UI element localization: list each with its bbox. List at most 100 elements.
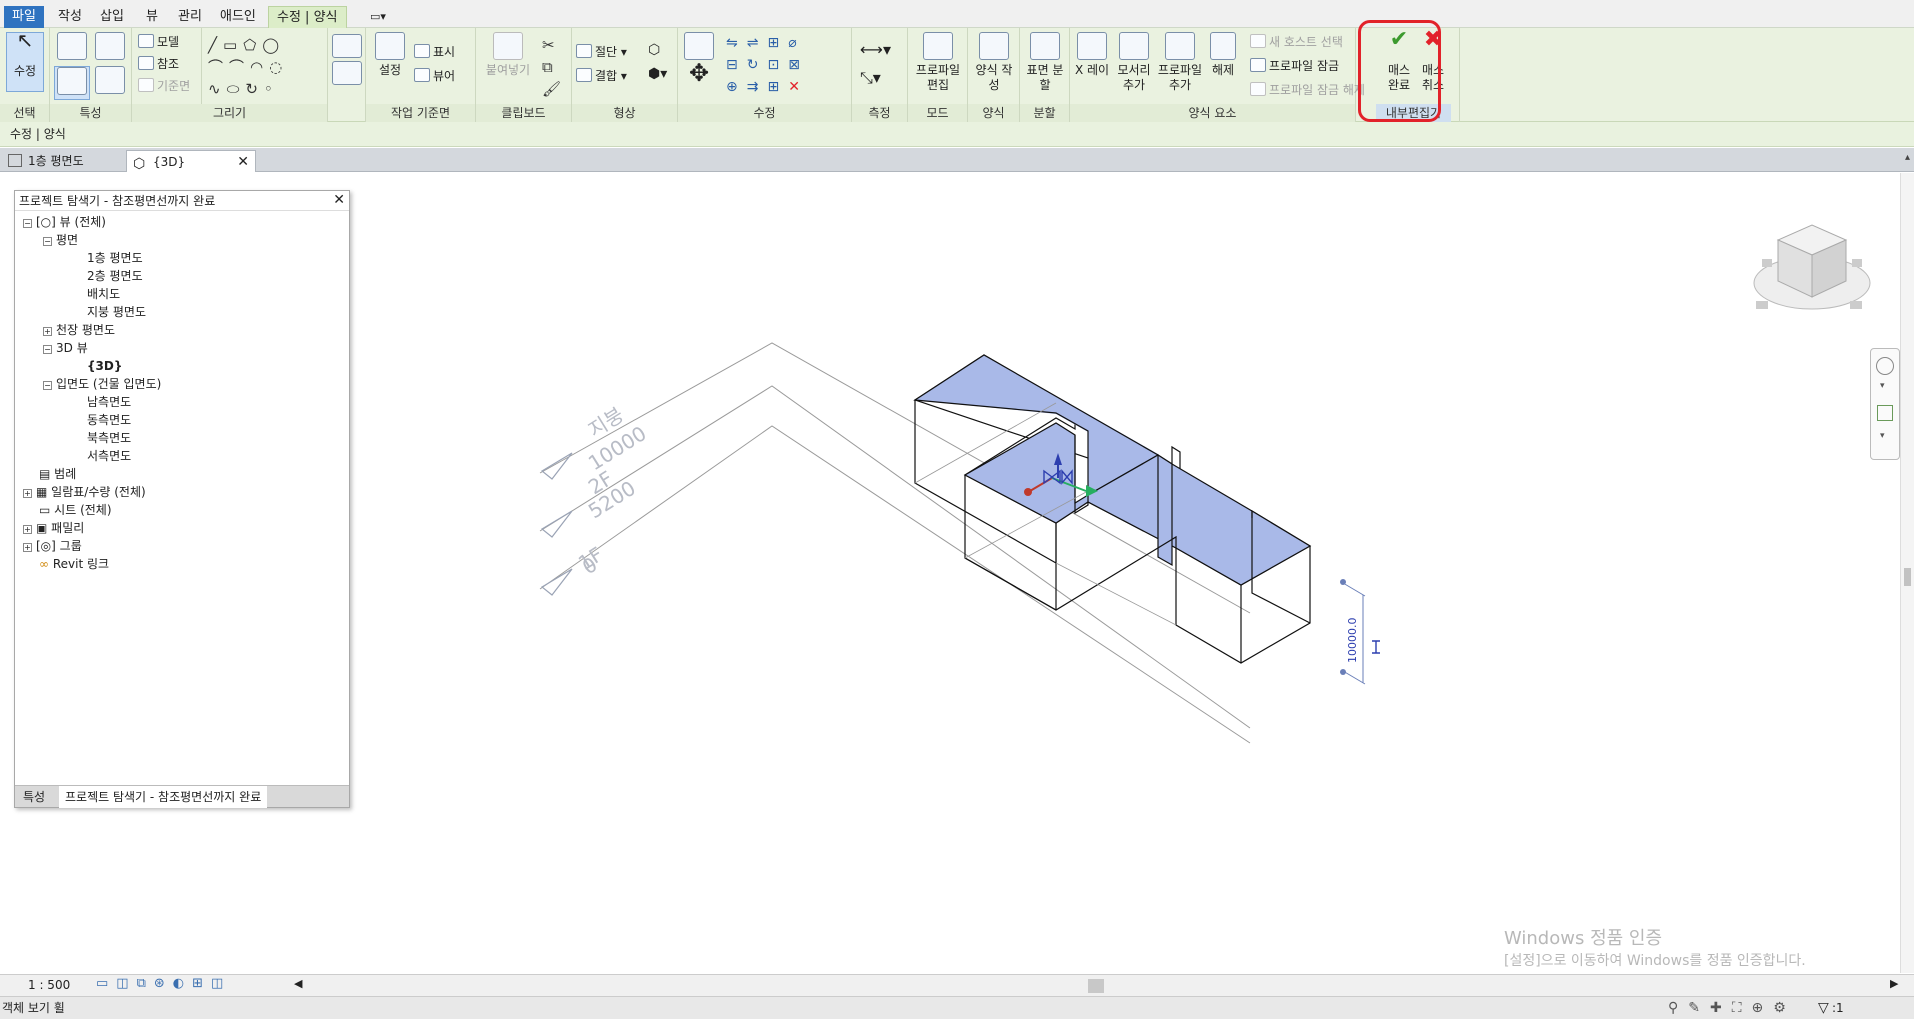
set-workplane-button[interactable]: 설정 (370, 32, 410, 92)
reference-line-button[interactable]: 참조 (138, 54, 179, 74)
family-category-button[interactable] (92, 66, 128, 100)
steering-wheel-icon[interactable] (1876, 357, 1894, 375)
scrollbar-thumb[interactable] (1904, 568, 1911, 586)
view-control-icons[interactable]: ▭◫⧉⊛◐⊞◫ (96, 976, 231, 991)
tab-file[interactable]: 파일 (4, 6, 44, 28)
expand-icon[interactable]: + (43, 327, 52, 336)
view-cube-east-icon[interactable] (1850, 301, 1862, 309)
tab-manage[interactable]: 관리 (170, 6, 210, 28)
xray-button[interactable]: X 레이 (1072, 32, 1112, 102)
add-profile-button[interactable]: 프로파일 추가 (1156, 32, 1204, 102)
tree-node-floor-plan-1[interactable]: 1층 평면도 (87, 249, 143, 267)
doc-tab-floor-plan[interactable]: 1층 평면도 (2, 150, 122, 172)
cut-copy-icon[interactable]: ✂ ⧉ 🖌 (542, 34, 561, 100)
tab-modify-form[interactable]: 수정 | 양식 (268, 6, 347, 28)
tree-node-east-elevation[interactable]: 동측면도 (87, 411, 131, 429)
collapse-icon[interactable]: − (43, 237, 52, 246)
properties-toggle-button[interactable] (54, 66, 90, 100)
measure-icon[interactable]: ⟷▾ ⤡▾ (860, 36, 891, 92)
status-tray-icons[interactable]: ⚲✎✚⛶⊕⚙ (1668, 997, 1796, 1020)
geometry-extra-icon[interactable]: ⬡ ⬢▾ (648, 38, 667, 86)
plane-tool-button[interactable] (332, 34, 362, 94)
tree-node-views[interactable]: − [○] 뷰 (전체) (23, 213, 106, 231)
tree-node-ceiling-plans[interactable]: + 천장 평면도 (43, 321, 115, 339)
lock-profiles-button[interactable]: 프로파일 잠금 (1250, 56, 1339, 76)
close-icon[interactable]: ✕ (237, 151, 249, 173)
collapse-icon[interactable]: − (23, 219, 32, 228)
filter-icon[interactable]: ▽ (1818, 997, 1829, 1020)
collapse-icon[interactable]: − (43, 381, 52, 390)
align-button[interactable] (682, 32, 716, 62)
level-head-icon[interactable] (540, 510, 573, 538)
tree-node-elevations[interactable]: − 입면도 (건물 입면도) (43, 375, 161, 393)
cut-button[interactable]: 절단 ▾ (576, 42, 627, 62)
tree-node-schedules[interactable]: + ▦ 일람표/수량 (전체) (23, 483, 146, 501)
tab-insert[interactable]: 삽입 (92, 6, 132, 28)
model-line-button[interactable]: 모델 (138, 32, 179, 52)
zoom-region-icon[interactable] (1877, 405, 1893, 421)
divide-surface-button[interactable]: 표면 분할 (1024, 32, 1066, 102)
height-dimension-value[interactable]: 10000.0 (1346, 618, 1359, 664)
join-button[interactable]: 결합 ▾ (576, 66, 627, 86)
view-cube-south-icon[interactable] (1756, 301, 1768, 309)
mass-notch[interactable] (1157, 453, 1173, 567)
modify-tools-icon[interactable]: ⇋⇌⊞⌀ ⊟↻⊡⊠ ⊕⇉⊞✕ (726, 32, 846, 98)
tab-project-browser[interactable]: 프로젝트 탐색기 - 참조평면선까지 완료 (59, 786, 268, 808)
height-dimension[interactable]: 10000.0 (1340, 579, 1380, 685)
tab-scroll-icon[interactable]: ▴ (1905, 152, 1910, 163)
tab-create[interactable]: 작성 (50, 6, 90, 28)
x-axis-handle-icon[interactable] (1024, 488, 1032, 496)
family-types-button[interactable] (92, 32, 128, 62)
tree-node-3d-views[interactable]: −3D 뷰 (43, 339, 88, 357)
view-scale[interactable]: 1 : 500 (28, 978, 70, 992)
select-panel-title[interactable]: 선택 (0, 104, 49, 122)
collapse-icon[interactable]: − (43, 345, 52, 354)
tree-node-site-plan[interactable]: 배치도 (87, 285, 120, 303)
tree-node-floor-plan-2[interactable]: 2층 평면도 (87, 267, 143, 285)
tree-node-legends[interactable]: ▤ 범례 (39, 465, 76, 483)
tree-node-north-elevation[interactable]: 북측면도 (87, 429, 131, 447)
chevron-down-icon[interactable]: ▾ (1880, 381, 1885, 391)
tab-view[interactable]: 뷰 (138, 6, 166, 28)
workplane-draw-button[interactable]: 기준면 (138, 76, 190, 96)
tree-node-sheets[interactable]: ▭ 시트 (전체) (39, 501, 112, 519)
modify-button[interactable]: ↖ 수정 (6, 30, 44, 92)
create-form-button[interactable]: 양식 작성 (972, 32, 1016, 102)
view-cube-west-icon[interactable] (1762, 259, 1772, 267)
add-edge-button[interactable]: 모서리 추가 (1112, 32, 1156, 102)
tree-node-3d[interactable]: {3D} (87, 357, 122, 375)
tree-node-groups[interactable]: + [◎] 그룹 (23, 537, 82, 555)
tree-node-families[interactable]: + ▣ 패밀리 (23, 519, 84, 537)
tab-properties[interactable]: 특성 (17, 786, 51, 808)
viewport-vertical-scrollbar[interactable] (1900, 173, 1914, 973)
tree-node-roof-plan[interactable]: 지붕 평면도 (87, 303, 146, 321)
tab-addins[interactable]: 애드인 (212, 6, 264, 28)
close-icon[interactable]: ✕ (333, 192, 345, 208)
move-button[interactable]: ✥ (682, 61, 716, 100)
view-cube-north-icon[interactable] (1852, 259, 1862, 267)
type-properties-button[interactable] (54, 32, 90, 62)
tree-node-plans[interactable]: − 평면 (43, 231, 78, 249)
chevron-down-icon[interactable]: ▾ (1880, 431, 1885, 441)
level-head-icon[interactable] (540, 452, 573, 480)
view-cube[interactable] (1753, 224, 1871, 310)
tree-node-west-elevation[interactable]: 서측면도 (87, 447, 131, 465)
dissolve-button[interactable]: 해제 (1206, 32, 1240, 102)
workplane-viewer-button[interactable]: 뷰어 (414, 66, 455, 86)
chevron-left-icon[interactable]: ◀ (294, 977, 302, 990)
tree-node-south-elevation[interactable]: 남측면도 (87, 393, 131, 411)
tree-node-revit-links[interactable]: ∞ Revit 링크 (39, 555, 109, 573)
edit-profile-button[interactable]: 프로파일 편집 (912, 32, 964, 102)
unlock-profiles-button[interactable]: 프로파일 잠금 해제 (1250, 80, 1365, 100)
selection-filter-count[interactable]: :1 (1832, 997, 1844, 1020)
horizontal-scroll-thumb[interactable] (1088, 979, 1104, 993)
expand-icon[interactable]: + (23, 489, 32, 498)
level-head-icon[interactable] (540, 568, 573, 596)
expand-icon[interactable]: + (23, 543, 32, 552)
paste-button[interactable]: 붙여넣기 (480, 32, 536, 92)
expand-icon[interactable]: + (23, 525, 32, 534)
draw-tools-icon[interactable]: ╱▭⬠◯ ⌒⌒◠◌ ∿⬭↻◦ (208, 34, 318, 100)
mass-form[interactable] (913, 354, 1312, 664)
doc-tab-3d[interactable]: ⬡ {3D} ✕ (126, 150, 256, 172)
pick-new-host-button[interactable]: 새 호스트 선택 (1250, 32, 1343, 52)
